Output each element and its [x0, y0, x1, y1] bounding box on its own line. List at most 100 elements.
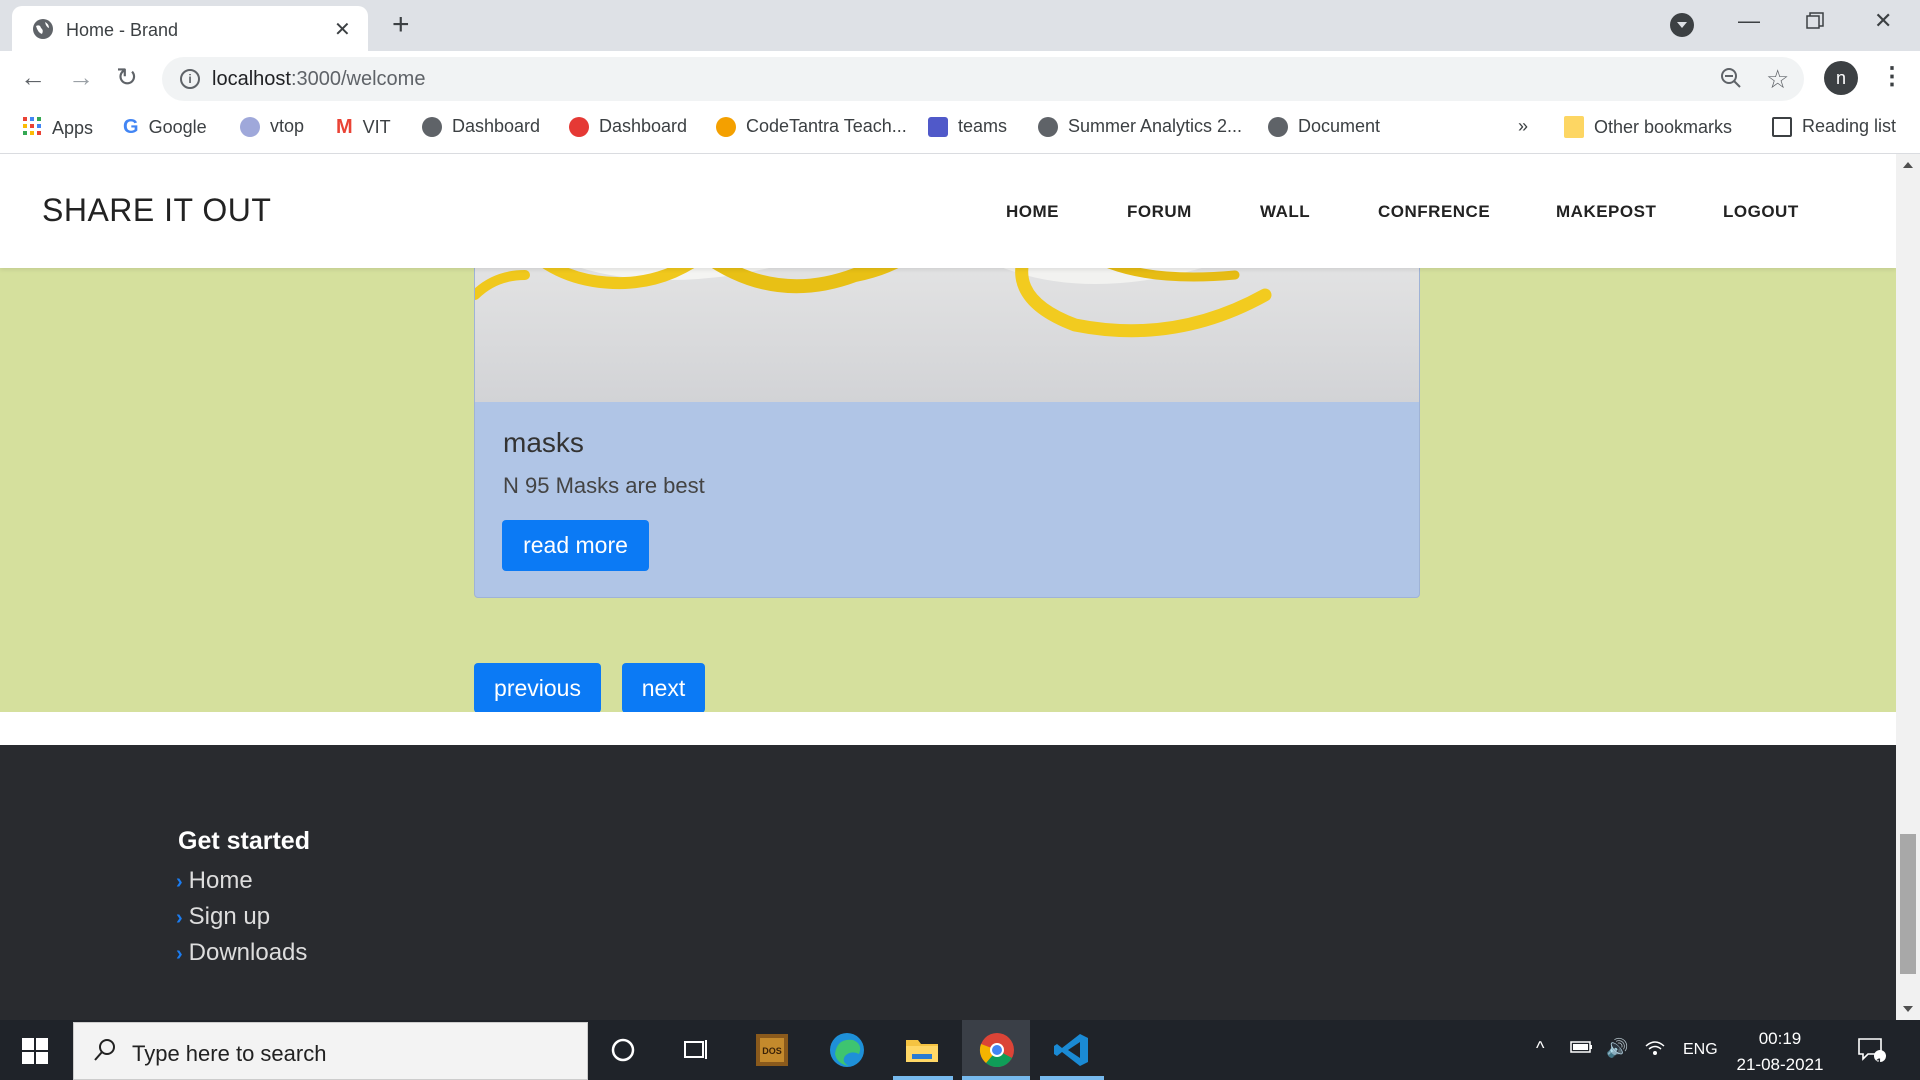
bookmark-label: teams — [958, 116, 1008, 136]
url-text: localhost:3000/welcome — [212, 68, 426, 90]
bookmarks-overflow-button[interactable]: » — [1518, 116, 1528, 137]
bookmark-label: Dashboard — [452, 116, 541, 136]
apps-grid-icon — [22, 116, 42, 141]
minimize-icon[interactable]: — — [1738, 8, 1760, 34]
bookmark-label: CodeTantra Teach... — [746, 116, 907, 136]
more-menu-icon[interactable]: ⋮ — [1880, 63, 1904, 91]
post-card: masks N 95 Masks are best read more — [474, 234, 1420, 598]
file-explorer-icon[interactable] — [902, 1030, 942, 1070]
nav-wall[interactable]: WALL — [1260, 202, 1310, 222]
chrome-icon[interactable] — [977, 1030, 1017, 1070]
svg-text:DOS: DOS — [762, 1046, 782, 1056]
bookmark-label: Dashboard — [599, 116, 688, 136]
edge-browser-icon[interactable] — [827, 1030, 867, 1070]
restore-icon[interactable] — [1806, 10, 1824, 36]
bookmark-apps[interactable]: Apps — [22, 116, 93, 141]
bookmark-label: Summer Analytics 2... — [1068, 116, 1243, 136]
nav-forum[interactable]: FORUM — [1127, 202, 1192, 222]
bookmark-document[interactable]: Document — [1268, 116, 1380, 137]
wifi-icon[interactable] — [1644, 1038, 1666, 1063]
footer-link-downloads[interactable]: › Downloads — [176, 939, 307, 967]
footer-link-label: Sign up — [188, 903, 271, 930]
bookmark-label: vtop — [270, 116, 305, 136]
footer-link-home[interactable]: › Home — [176, 867, 253, 895]
browser-tab-active[interactable]: Home - Brand ✕ — [12, 6, 368, 51]
bookmark-other-bookmarks[interactable]: Other bookmarks — [1564, 116, 1732, 138]
footer-link-label: Home — [188, 867, 253, 894]
battery-icon[interactable] — [1570, 1038, 1594, 1061]
notification-count-badge: 1 — [1876, 1057, 1883, 1069]
folder-icon — [1564, 116, 1584, 138]
windows-start-icon[interactable] — [22, 1038, 48, 1064]
nav-makepost[interactable]: MAKEPOST — [1556, 202, 1656, 222]
read-more-button[interactable]: read more — [502, 520, 649, 571]
globe-icon — [422, 116, 442, 137]
bookmark-teams[interactable]: teams — [928, 116, 1007, 137]
bookmark-label: Reading list — [1802, 116, 1897, 136]
reload-icon[interactable]: ↻ — [116, 63, 138, 91]
footer-heading: Get started — [178, 827, 310, 855]
scrollbar-thumb[interactable] — [1900, 834, 1916, 974]
globe-icon — [1038, 116, 1058, 137]
chevron-right-icon: › — [176, 943, 183, 965]
back-arrow-icon[interactable]: ← — [20, 63, 46, 91]
site-brand[interactable]: SHARE IT OUT — [42, 192, 271, 229]
nav-logout[interactable]: LOGOUT — [1723, 202, 1799, 222]
site-navbar: SHARE IT OUT HOME FORUM WALL CONFRENCE M… — [0, 154, 1896, 268]
bookmark-label: Other bookmarks — [1594, 116, 1733, 137]
cortana-icon[interactable] — [603, 1030, 643, 1070]
language-indicator[interactable]: ENG — [1683, 1041, 1718, 1059]
task-view-icon[interactable] — [676, 1030, 716, 1070]
bookmark-dashboard-2[interactable]: Dashboard — [569, 116, 687, 137]
bookmark-summer-analytics[interactable]: Summer Analytics 2... — [1038, 116, 1242, 137]
bookmark-vit[interactable]: M VIT — [336, 116, 391, 139]
bookmark-label: Apps — [52, 118, 94, 138]
globe-icon — [1268, 116, 1288, 137]
post-description: N 95 Masks are best — [503, 473, 705, 498]
taskbar-clock[interactable]: 00:19 21-08-2021 — [1730, 1026, 1830, 1078]
scroll-up-arrow-icon[interactable] — [1903, 162, 1913, 168]
nav-home[interactable]: HOME — [1006, 202, 1059, 222]
address-bar[interactable]: i localhost:3000/welcome ☆ — [162, 57, 1804, 101]
site-info-icon[interactable]: i — [180, 69, 200, 89]
page-scrollbar[interactable] — [1896, 154, 1920, 1020]
dosbox-icon[interactable]: DOS — [752, 1030, 792, 1070]
dashboard-icon — [569, 116, 589, 137]
bookmarks-bar: Apps G Google vtop M VIT Dashboard Dashb… — [0, 106, 1920, 154]
tab-close-icon[interactable]: ✕ — [334, 17, 351, 42]
globe-icon — [32, 18, 54, 45]
reading-list-icon — [1772, 116, 1792, 137]
volume-icon[interactable]: 🔊 — [1606, 1038, 1628, 1059]
bookmark-vtop[interactable]: vtop — [240, 116, 304, 137]
show-hidden-icons-chevron-icon[interactable]: ^ — [1536, 1038, 1544, 1059]
chevron-right-icon: › — [176, 907, 183, 929]
next-button[interactable]: next — [622, 663, 705, 713]
site-footer: Get started › Home › Sign up › Downloads — [0, 745, 1896, 1020]
tab-search-icon[interactable] — [1670, 13, 1694, 37]
forward-arrow-icon[interactable]: → — [68, 63, 94, 91]
previous-button[interactable]: previous — [474, 663, 601, 713]
bookmark-google[interactable]: G Google — [123, 116, 207, 139]
search-icon — [92, 1037, 118, 1070]
bookmark-label: VIT — [362, 117, 391, 137]
nav-confrence[interactable]: CONFRENCE — [1378, 202, 1490, 222]
vscode-running-indicator — [1040, 1076, 1104, 1080]
clock-date: 21-08-2021 — [1736, 1055, 1824, 1074]
zoom-icon[interactable] — [1720, 67, 1742, 95]
taskbar-search-box[interactable]: Type here to search — [73, 1022, 588, 1080]
windows-taskbar: Type here to search DOS ^ 🔊 ENG 00:19 21… — [0, 1020, 1920, 1080]
new-tab-plus-icon[interactable]: + — [392, 10, 410, 40]
scroll-down-arrow-icon[interactable] — [1903, 1006, 1913, 1012]
web-page: SHARE IT OUT HOME FORUM WALL CONFRENCE M… — [0, 154, 1896, 1020]
vscode-icon[interactable] — [1052, 1030, 1092, 1070]
reading-list-button[interactable]: Reading list — [1772, 116, 1896, 137]
bookmark-dashboard-1[interactable]: Dashboard — [422, 116, 540, 137]
footer-link-sign-up[interactable]: › Sign up — [176, 903, 270, 931]
bookmark-codetantra[interactable]: CodeTantra Teach... — [716, 116, 907, 137]
close-window-icon[interactable]: ✕ — [1874, 8, 1892, 34]
chevron-right-icon: › — [176, 871, 183, 893]
profile-avatar[interactable]: n — [1824, 61, 1858, 95]
taskbar-search-placeholder: Type here to search — [132, 1041, 327, 1066]
bookmark-star-icon[interactable]: ☆ — [1766, 64, 1789, 95]
browser-toolbar: ← → ↻ i localhost:3000/welcome ☆ n ⋮ — [0, 51, 1920, 106]
